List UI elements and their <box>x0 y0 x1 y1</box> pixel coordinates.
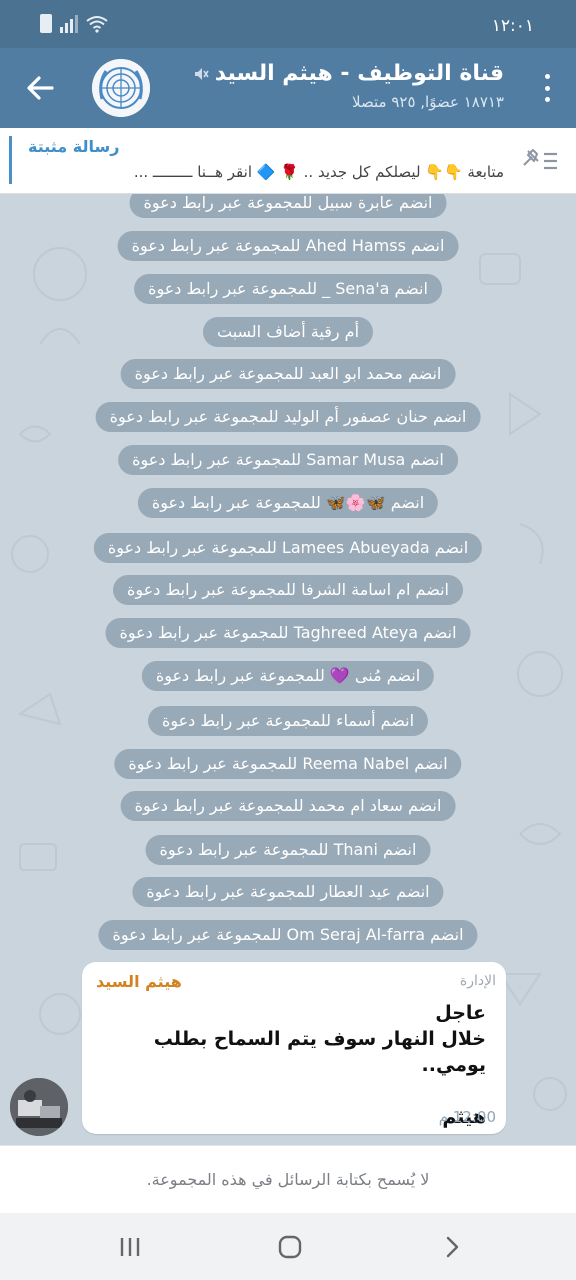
system-nav-bar <box>0 1213 576 1280</box>
system-message: انضم Taghreed Ateya للمجموعة عبر رابط دع… <box>105 618 471 648</box>
recents-icon[interactable] <box>116 1233 144 1261</box>
avatar-photo <box>10 1078 68 1136</box>
channel-avatar[interactable] <box>92 59 150 117</box>
chat-header[interactable]: قناة التوظيف - هيثم السيد ١٨٧١٣ عضوًا, ٩… <box>0 48 576 128</box>
battery-icon <box>40 14 52 33</box>
status-time: ١٢:٠١ <box>491 16 534 36</box>
wifi-icon <box>86 15 108 33</box>
message-bubble[interactable]: هيثم السيد الإدارة عاجل خلال النهار سوف … <box>82 962 506 1134</box>
system-message: انضم حنان عصفور أم الوليد للمجموعة عبر ر… <box>95 402 481 432</box>
system-message: انضم Ahed Hamss للمجموعة عبر رابط دعوة <box>117 231 459 261</box>
system-message: انضم مُنى 💜 للمجموعة عبر رابط دعوة <box>141 661 435 691</box>
system-message: انضم سعاد ام محمد للمجموعة عبر رابط دعوة <box>120 791 456 821</box>
mute-icon <box>194 67 209 80</box>
message-text: عاجل خلال النهار سوف يتم السماح بطلب يوم… <box>96 1000 486 1130</box>
more-vert-icon[interactable] <box>542 74 552 102</box>
sender-avatar[interactable] <box>10 1078 68 1136</box>
system-message: انضم Samar Musa للمجموعة عبر رابط دعوة <box>118 445 458 475</box>
chat-area[interactable]: انضم عابرة سبيل للمجموعة عبر رابط دعوة ا… <box>0 194 576 1145</box>
status-bar: ١٢:٠١ <box>0 0 576 48</box>
system-message: انضم Sena'a _ للمجموعة عبر رابط دعوة <box>134 274 442 304</box>
home-icon[interactable] <box>276 1233 304 1261</box>
pinned-text: متابعة 👇👇 ليصلكم كل جديد .. 🌹 🔷 انقر هــ… <box>133 163 504 181</box>
message-line: هيثم <box>442 1106 486 1128</box>
system-message: انضم Lamees Abueyada للمجموعة عبر رابط د… <box>93 533 483 563</box>
no-write-notice: لا يُسمح بكتابة الرسائل في هذه المجموعة. <box>0 1145 576 1213</box>
system-message: انضم أسماء للمجموعة عبر رابط دعوة <box>147 706 429 736</box>
system-message: انضم 🦋🌸🦋 للمجموعة عبر رابط دعوة <box>137 488 439 518</box>
pin-list-icon[interactable] <box>520 145 560 175</box>
system-message: انضم Om Seraj Al-farra للمجموعة عبر رابط… <box>98 920 478 950</box>
status-icons <box>40 14 108 33</box>
system-message: أم رقية أضاف السبت <box>202 317 374 347</box>
message-time: 12:00 م <box>438 1108 496 1126</box>
message-sender[interactable]: هيثم السيد <box>96 972 182 991</box>
chat-title-text: قناة التوظيف - هيثم السيد <box>214 61 504 86</box>
chat-subtitle: ١٨٧١٣ عضوًا, ٩٢٥ متصلا <box>352 93 504 111</box>
system-message: انضم عيد العطار للمجموعة عبر رابط دعوة <box>132 877 444 907</box>
system-message: انضم عابرة سبيل للمجموعة عبر رابط دعوة <box>129 194 447 218</box>
system-message: انضم محمد ابو العبد للمجموعة عبر رابط دع… <box>120 359 456 389</box>
message-line <box>96 1078 486 1104</box>
back-nav-icon[interactable] <box>438 1233 466 1261</box>
chat-title: قناة التوظيف - هيثم السيد <box>193 61 504 86</box>
message-line: خلال النهار سوف يتم السماح بطلب يومي.. <box>153 1028 486 1076</box>
system-message: انضم ام اسامة الشرفا للمجموعة عبر رابط د… <box>113 575 463 605</box>
back-arrow-icon[interactable] <box>22 70 58 106</box>
un-emblem-icon <box>92 59 150 117</box>
system-message: انضم Thani للمجموعة عبر رابط دعوة <box>145 835 431 865</box>
system-message: انضم Reema Nabel للمجموعة عبر رابط دعوة <box>114 749 462 779</box>
signal-icon <box>60 14 78 33</box>
pinned-indicator <box>9 136 12 184</box>
pinned-message-bar[interactable]: رسالة مثبتة متابعة 👇👇 ليصلكم كل جديد .. … <box>0 128 576 194</box>
message-line: عاجل <box>435 1002 486 1024</box>
admin-badge: الإدارة <box>459 973 496 989</box>
pinned-title: رسالة مثبتة <box>28 137 120 156</box>
